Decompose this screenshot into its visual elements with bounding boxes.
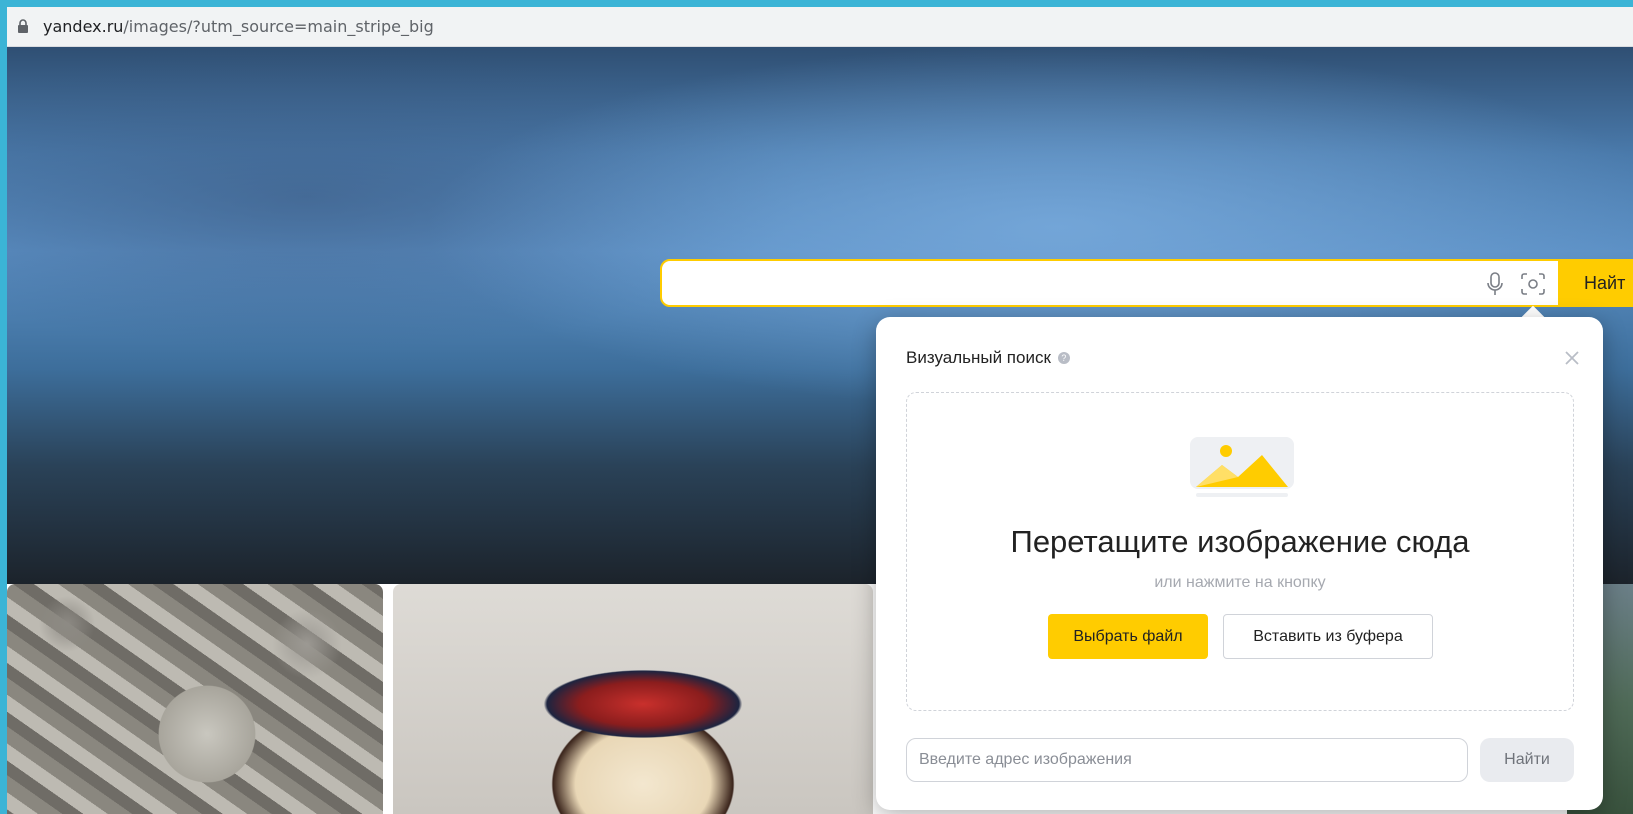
lock-icon [15, 19, 31, 35]
url-path: /images/?utm_source=main_stripe_big [123, 17, 434, 36]
url-text[interactable]: yandex.ru/images/?utm_source=main_stripe… [43, 17, 434, 36]
close-icon[interactable] [1563, 349, 1581, 367]
dropzone-subtitle: или нажмите на кнопку [1154, 574, 1326, 591]
find-by-url-button[interactable]: Найти [1480, 738, 1574, 782]
image-tile-snow-leopard[interactable] [7, 584, 383, 814]
microphone-icon[interactable] [1484, 271, 1506, 297]
popup-title-text: Визуальный поиск [906, 348, 1051, 367]
address-bar[interactable]: yandex.ru/images/?utm_source=main_stripe… [7, 7, 1633, 47]
search-input[interactable] [676, 269, 1380, 299]
url-host: yandex.ru [43, 17, 124, 36]
camera-search-icon[interactable] [1519, 271, 1547, 297]
image-upload-icon [1182, 431, 1300, 501]
image-tile-berry-cake[interactable] [393, 584, 873, 814]
paste-from-clipboard-button[interactable]: Вставить из буфера [1223, 614, 1433, 659]
image-url-input[interactable] [906, 738, 1468, 782]
info-icon[interactable]: ? [1057, 352, 1070, 364]
dropzone-title: Перетащите изображение сюда [1010, 524, 1470, 559]
search-box[interactable] [660, 259, 1560, 307]
search-submit-button[interactable]: Найт [1559, 259, 1633, 307]
visual-search-popup: Визуальный поиск ? Перетащите изображени… [876, 317, 1603, 810]
image-dropzone[interactable]: Перетащите изображение сюда или нажмите … [906, 392, 1574, 711]
choose-file-button[interactable]: Выбрать файл [1048, 614, 1208, 659]
popup-title: Визуальный поиск ? [906, 348, 1070, 368]
